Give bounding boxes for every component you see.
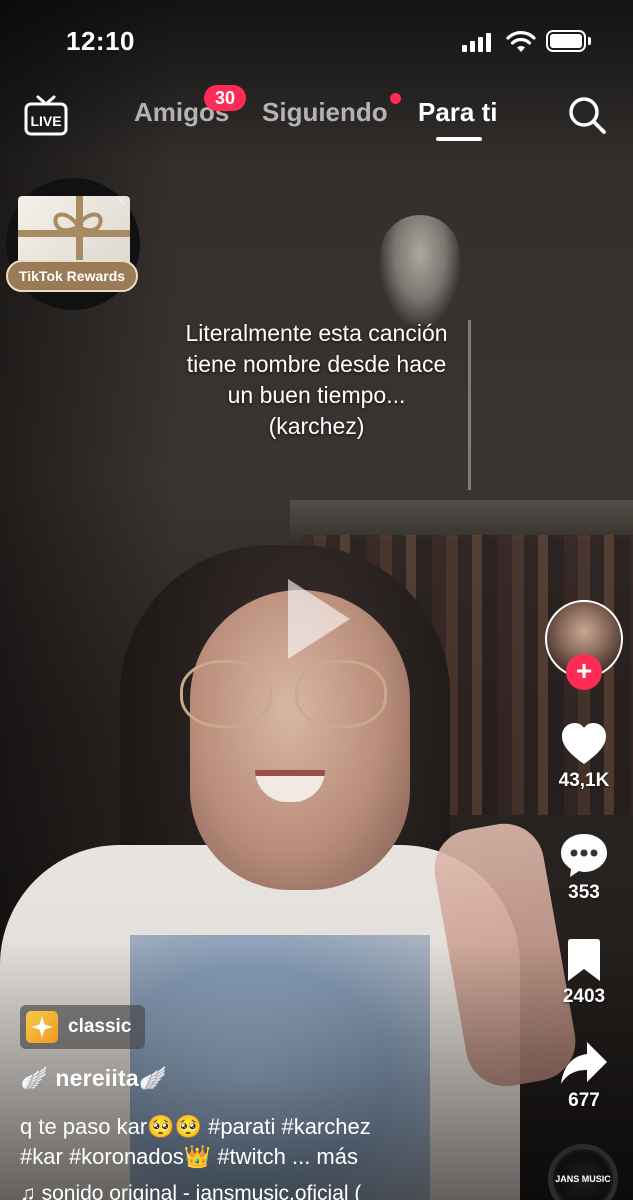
tab-para-ti[interactable]: Para ti	[418, 97, 498, 128]
battery-fill	[550, 34, 582, 48]
effect-label: classic	[68, 1016, 132, 1037]
video-shelf	[290, 500, 633, 540]
top-nav: LIVE Amigos 30 Siguiendo Para ti	[0, 85, 633, 145]
follow-button[interactable]: +	[566, 654, 602, 690]
person-glasses-left	[180, 660, 272, 728]
live-label: LIVE	[30, 113, 61, 129]
caption-line: un buen tiempo...	[227, 382, 406, 408]
creator-avatar[interactable]: +	[545, 600, 623, 690]
search-icon[interactable]	[567, 95, 607, 135]
status-bar: 12:10	[0, 0, 633, 80]
person-glasses-right	[295, 660, 387, 728]
comment-bubble-icon	[561, 834, 607, 877]
battery-icon	[546, 30, 586, 52]
tab-siguiendo[interactable]: Siguiendo	[262, 97, 388, 128]
share-arrow-icon	[561, 1042, 607, 1084]
comment-button[interactable]: 353	[546, 832, 622, 904]
sound-title[interactable]: ♫ sonido original - jansmusic.oficial (	[20, 1182, 361, 1200]
play-icon[interactable]	[282, 575, 354, 663]
active-tab-indicator	[436, 137, 482, 141]
heart-icon	[562, 723, 606, 764]
share-button[interactable]: 677	[546, 1040, 622, 1112]
wifi-icon	[506, 31, 536, 52]
amigos-badge: 30	[204, 85, 246, 111]
battery-cap	[588, 37, 591, 45]
post-description[interactable]: q te paso kar🥺🥺 #parati #karchez #kar #k…	[20, 1112, 540, 1172]
rewards-close-button[interactable]: ×	[110, 190, 132, 212]
save-count: 2403	[562, 986, 606, 1007]
cellular-signal-icon	[462, 32, 491, 52]
caption-line: Literalmente esta canción	[185, 320, 448, 346]
like-count: 43,1K	[558, 770, 610, 791]
comment-count: 353	[568, 882, 600, 903]
video-lamp	[380, 215, 460, 325]
description-line: q te paso kar🥺🥺 #parati #karchez	[20, 1114, 371, 1139]
like-button[interactable]: 43,1K	[546, 722, 622, 792]
caption-line: (karchez)	[268, 413, 365, 439]
description-line: #kar #koronados👑 #twitch ... más	[20, 1144, 358, 1169]
effect-chip[interactable]: classic	[20, 1005, 146, 1049]
video-caption-overlay: Literalmente esta canción tiene nombre d…	[100, 318, 533, 442]
save-button[interactable]: 2403	[546, 938, 622, 1008]
live-tv-icon[interactable]: LIVE	[24, 93, 68, 137]
sparkle-effect-icon	[26, 1011, 58, 1043]
creator-username[interactable]: 🪽 nereiita🪽	[20, 1065, 168, 1092]
status-time: 12:10	[66, 26, 135, 56]
share-count: 677	[568, 1090, 600, 1111]
rewards-label[interactable]: TikTok Rewards	[6, 260, 138, 292]
disc-label: JANS MUSIC	[555, 1174, 611, 1184]
siguiendo-notification-dot	[390, 93, 401, 104]
bookmark-icon	[568, 939, 600, 981]
caption-line: tiene nombre desde hace	[186, 351, 447, 377]
